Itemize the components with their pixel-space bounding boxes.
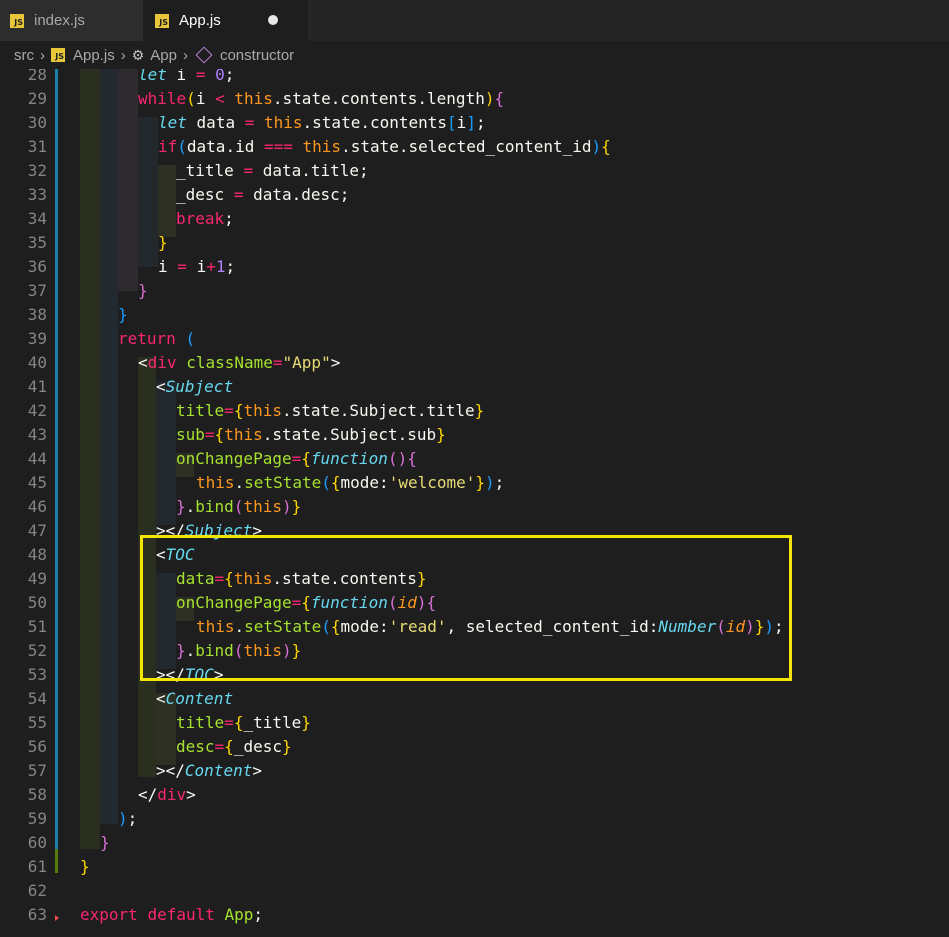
code-line: 44 onChangePage={function(){: [27, 449, 417, 468]
js-file-icon: JS: [51, 48, 65, 62]
code-line: 59);: [27, 809, 138, 828]
tab-index-js[interactable]: JS index.js: [0, 0, 143, 41]
code-line: 56 desc={_desc}: [27, 737, 292, 756]
code-editor[interactable]: 28 let i = 0; 29 while(i < this.state.cont…: [0, 69, 949, 937]
code-line: 61}: [27, 857, 90, 876]
error-marker-icon: [55, 915, 59, 921]
tab-bar: JS index.js JS App.js: [0, 0, 949, 41]
breadcrumb-method[interactable]: constructor: [194, 47, 294, 64]
method-cube-icon: [195, 46, 213, 64]
code-line: 63 export default App;: [27, 905, 264, 924]
code-line: 55 title={_title}: [27, 713, 311, 732]
code-line: 37}: [27, 281, 148, 300]
tab-label: App.js: [179, 12, 221, 29]
code-line: 36 i = i+1;: [27, 257, 236, 276]
code-line: 46}.bind(this)}: [27, 497, 302, 516]
breadcrumb: src › JS App.js › ⚙ App › constructor: [0, 41, 949, 69]
code-line: 62: [27, 881, 47, 900]
code-line: 39 return (: [27, 329, 196, 348]
code-line: 28 let i = 0;: [27, 69, 235, 84]
class-symbol-icon: ⚙: [131, 46, 145, 63]
chevron-right-icon: ›: [40, 46, 45, 64]
chevron-right-icon: ›: [120, 46, 126, 64]
code-line: 35}: [27, 233, 168, 252]
code-line: 41 <Subject: [27, 377, 234, 396]
breadcrumb-file[interactable]: JS App.js: [51, 47, 115, 64]
code-line: 32 _title = data.title;: [27, 161, 369, 180]
code-line: 43 sub={this.state.Subject.sub}: [27, 425, 446, 444]
breadcrumb-class[interactable]: ⚙ App: [132, 47, 177, 64]
js-file-icon: JS: [10, 13, 24, 28]
code-line: 57 ></Content>: [27, 761, 262, 780]
js-file-icon: JS: [155, 13, 169, 28]
code-line: 54 <Content: [27, 689, 234, 708]
chevron-right-icon: ›: [182, 46, 188, 64]
code-line: 29 while(i < this.state.contents.length){: [27, 89, 505, 108]
code-line: 34 break;: [27, 209, 234, 228]
unsaved-dot-icon[interactable]: [268, 15, 278, 25]
code-line: 30 let data = this.state.contents[i];: [27, 113, 486, 132]
code-line: 42 title={this.state.Subject.title}: [27, 401, 485, 420]
breadcrumb-src[interactable]: src: [14, 47, 34, 64]
highlight-box: [140, 535, 792, 681]
tab-app-js[interactable]: JS App.js: [143, 0, 308, 41]
code-line: 58 </div>: [27, 785, 196, 804]
code-line: 33 _desc = data.desc;: [27, 185, 350, 204]
code-line: 31 if(data.id === this.state.selected_con…: [27, 137, 611, 156]
code-line: 60}: [27, 833, 110, 852]
code-line: 45 this.setState({mode:'welcome'});: [27, 473, 505, 492]
code-line: 40 <div className="App">: [27, 353, 341, 372]
tab-label: index.js: [34, 12, 85, 29]
code-line: 38}: [27, 305, 128, 324]
